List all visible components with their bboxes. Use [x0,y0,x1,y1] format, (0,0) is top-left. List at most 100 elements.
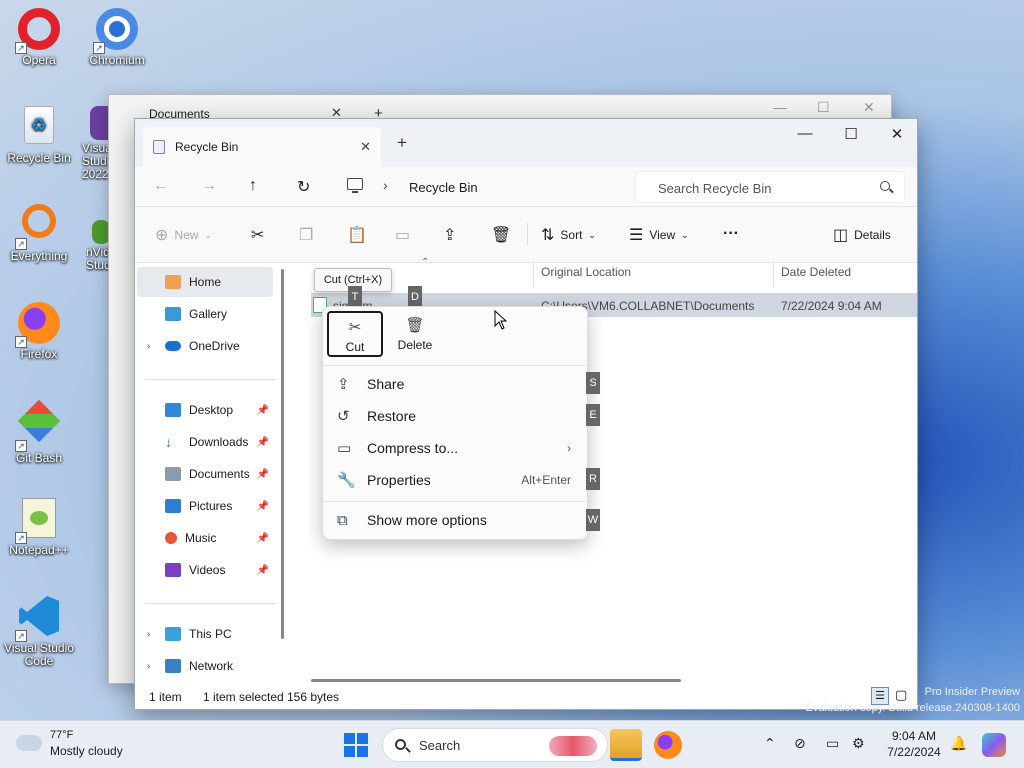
chevron-right-icon[interactable]: › [147,629,161,640]
view-button[interactable]: ☰ View ⌄ [629,225,689,245]
maximize-icon[interactable]: ☐ [817,99,830,116]
search-input[interactable]: Search Recycle Bin [658,181,771,196]
nav-item-gallery[interactable]: Gallery [137,299,273,329]
clock[interactable]: 9:04 AM 7/22/2024 [880,729,948,759]
desktop-icon-firefox[interactable]: ↗ Firefox [4,302,74,361]
new-tab-icon[interactable]: + [397,133,407,153]
nav-item-pictures[interactable]: Pictures 📌 [137,491,273,521]
chevron-up-icon[interactable]: ⌃ [764,735,776,752]
divider [145,379,275,380]
notepad-plus-plus-icon: ↗ [15,498,61,544]
up-arrow-icon[interactable]: ↑ [249,177,257,195]
desktop-icon-visual-studio[interactable]: Visual Studio 2022 [70,106,110,181]
firefox-taskbar-icon[interactable] [654,731,682,759]
paste-button[interactable]: 📋 [347,225,367,245]
item-count: 1 item [149,690,182,704]
nav-scrollbar[interactable] [281,269,284,639]
network-off-icon[interactable]: ⊘ [794,735,806,752]
download-icon: ↓ [165,434,172,450]
menu-item-compress[interactable]: ▭ Compress to... › [329,433,583,463]
horizontal-scrollbar[interactable] [311,679,681,682]
details-button[interactable]: ◫ Details [833,225,891,245]
chevron-right-icon[interactable]: › [383,177,388,193]
pin-icon[interactable]: 📌 [257,565,269,576]
nav-item-desktop[interactable]: Desktop 📌 [137,395,273,425]
desktop-icon-nvidia[interactable]: nVidia Studio [86,220,110,272]
pin-icon[interactable]: 📌 [257,533,269,544]
nav-item-videos[interactable]: Videos 📌 [137,555,273,585]
this-pc-icon[interactable] [347,178,363,193]
search-highlight-icon [549,736,597,756]
chevron-right-icon[interactable]: › [147,661,161,672]
column-divider[interactable] [533,261,534,287]
nav-item-documents[interactable]: Documents 📌 [137,459,273,489]
close-tab-icon[interactable]: ✕ [360,139,371,155]
refresh-icon[interactable]: ↻ [297,177,310,197]
desktop-icon-chromium[interactable]: ↗ Chromium [82,8,152,67]
delete-button[interactable]: 🗑 [491,225,511,245]
see-more-button[interactable]: ··· [723,225,739,243]
nav-item-network[interactable]: › Network [137,651,273,681]
menu-item-show-more-options[interactable]: ⧉ Show more options [329,505,583,535]
minimize-icon[interactable]: — [773,99,787,115]
chevron-right-icon[interactable]: › [147,341,161,352]
minimize-icon[interactable]: — [785,125,825,142]
maximize-icon[interactable]: ☐ [831,125,871,143]
close-icon[interactable]: ✕ [863,99,875,116]
pin-icon[interactable]: 📌 [257,437,269,448]
column-divider[interactable] [773,261,774,287]
pin-icon[interactable]: 📌 [257,405,269,416]
copy-button[interactable]: ❐ [299,225,313,245]
cut-button[interactable]: ✂ [251,225,264,245]
menu-item-properties[interactable]: 🔧 Properties Alt+Enter [329,465,583,495]
watermark-line1: Pro Insider Preview [924,686,1020,698]
forward-arrow-icon[interactable]: → [201,177,217,195]
taskbar-search[interactable]: Search [382,728,608,762]
desktop-icon-opera[interactable]: ↗ Opera [4,8,74,67]
rename-button[interactable]: ▭ [395,225,410,245]
wrench-icon: 🔧 [337,472,356,489]
desktop-icon-everything[interactable]: ↗ Everything [4,204,74,263]
nav-item-music[interactable]: Music 📌 [137,523,273,553]
display-icon[interactable]: ▭ [826,735,839,752]
start-button[interactable] [344,733,368,757]
desktop-icon-recycle-bin[interactable]: ♻ Recycle Bin [4,106,74,165]
breadcrumb[interactable]: Recycle Bin [409,180,478,195]
column-header-date-deleted[interactable]: Date Deleted [781,265,851,279]
view-icon: ☰ [629,227,644,244]
search-box[interactable]: Search Recycle Bin [635,171,905,203]
tab-recycle-bin[interactable]: Recycle Bin ✕ [143,127,381,167]
share-button[interactable]: ⇪ [443,225,456,245]
search-icon [395,739,406,750]
desktop-icon-git-bash[interactable]: ↗ Git Bash [4,399,74,465]
chevron-down-icon: ⌄ [588,229,596,240]
nav-item-onedrive[interactable]: › OneDrive [137,331,273,361]
nav-item-home[interactable]: Home [137,267,273,297]
pin-icon[interactable]: 📌 [257,469,269,480]
new-button[interactable]: ⊕ New ⌄ [155,225,212,245]
search-icon[interactable] [880,181,890,191]
restore-icon: ↺ [337,408,350,425]
sort-button[interactable]: ⇅ Sort ⌄ [541,225,596,245]
menu-item-restore[interactable]: ↺ Restore [329,401,583,431]
documents-icon [165,467,181,481]
tiles-view-icon[interactable]: ▢ [895,687,907,703]
cut-button[interactable]: ✂ Cut [327,311,383,357]
bell-icon[interactable]: 🔔 [950,735,967,752]
copilot-icon[interactable] [982,733,1006,757]
close-icon[interactable]: ✕ [877,125,917,143]
menu-item-share[interactable]: ⇪ Share [329,369,583,399]
pin-icon[interactable]: 📌 [257,501,269,512]
desktop-icon-notepad-plus-plus[interactable]: ↗ Notepad++ [4,498,74,557]
nav-item-downloads[interactable]: ↓ Downloads 📌 [137,427,273,457]
back-arrow-icon[interactable]: ← [153,177,169,195]
delete-button[interactable]: 🗑 Delete [387,311,443,357]
sort-chevron-up-icon[interactable]: ⌃ [421,257,429,268]
opera-icon: ↗ [15,8,61,54]
accessibility-icon[interactable]: ⚙ [852,735,865,752]
title-bar[interactable]: Recycle Bin ✕ + — ☐ ✕ [135,119,917,167]
file-explorer-taskbar-icon[interactable] [610,729,642,761]
desktop-icon-vscode[interactable]: ↗ Visual Studio Code [4,596,74,668]
column-header-original-location[interactable]: Original Location [541,265,631,279]
nav-item-this-pc[interactable]: › This PC [137,619,273,649]
